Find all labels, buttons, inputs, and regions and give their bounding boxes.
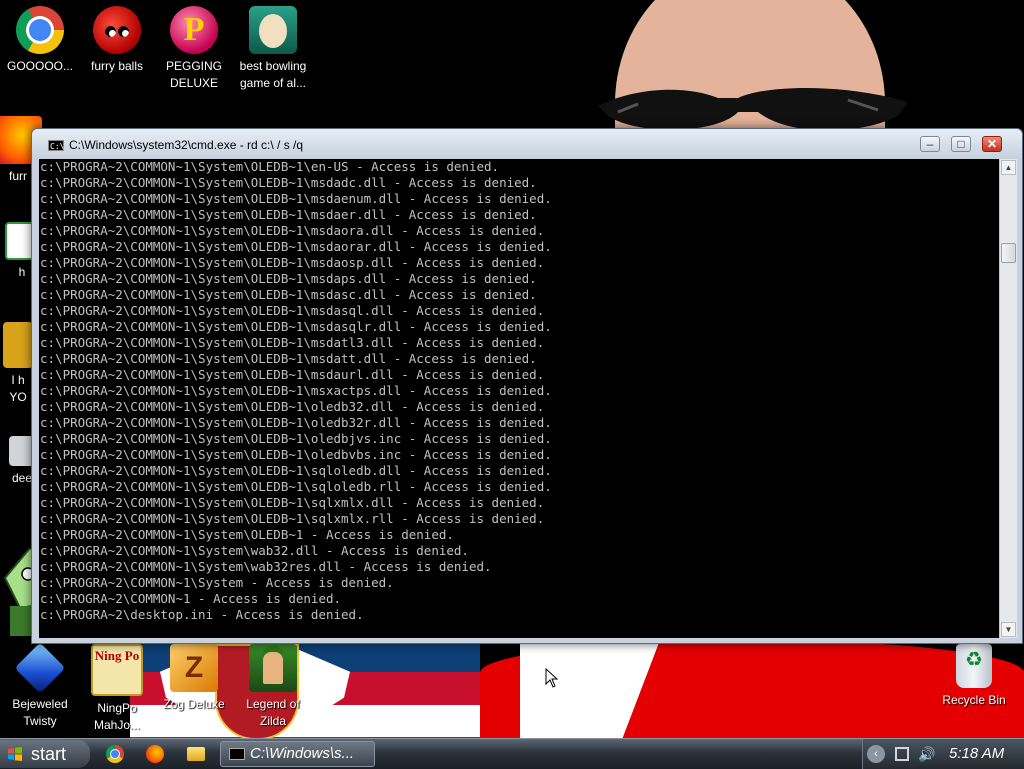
console-line: c:\PROGRA~2\COMMON~1\System\OLEDB~1\oled… [40, 399, 545, 414]
furry-balls-icon [93, 6, 141, 54]
bowling-game-icon [249, 6, 297, 54]
gem-icon [14, 642, 66, 694]
firefox-icon[interactable] [146, 745, 164, 763]
console-line: c:\PROGRA~2\COMMON~1\System\OLEDB~1\msda… [40, 239, 552, 254]
start-button[interactable]: start [0, 740, 90, 768]
start-label: start [31, 744, 67, 764]
console-line: c:\PROGRA~2\COMMON~1\System\OLEDB~1\sqlo… [40, 479, 552, 494]
scroll-down-button[interactable]: ▼ [1001, 622, 1016, 637]
scroll-thumb[interactable] [1001, 243, 1016, 263]
console-line: c:\PROGRA~2\COMMON~1\System\OLEDB~1\en-U… [40, 159, 500, 174]
console-line: c:\PROGRA~2\COMMON~1 - Access is denied. [40, 591, 342, 606]
desktop-icon-pegging-deluxe[interactable]: P PEGGING DELUXE [154, 6, 234, 92]
desktop-icon-label: Recycle Bin [942, 693, 1006, 707]
scroll-up-button[interactable]: ▲ [1001, 160, 1016, 175]
console-line: c:\PROGRA~2\COMMON~1\System\OLEDB~1\msda… [40, 351, 537, 366]
desktop-icon-legend-of-zilda[interactable]: Legend of Zilda [233, 644, 313, 730]
console-line: c:\PROGRA~2\COMMON~1\System\OLEDB~1\msda… [40, 191, 552, 206]
console-line: c:\PROGRA~2\COMMON~1\System\OLEDB~1\msda… [40, 207, 537, 222]
app-icon [3, 322, 33, 368]
desktop-icon-label: furry balls [90, 59, 143, 73]
window-title: C:\Windows\system32\cmd.exe - rd c:\ / s… [69, 138, 304, 152]
windows-logo-icon [8, 747, 22, 761]
folder-icon[interactable] [187, 747, 205, 761]
maximize-button[interactable]: □ [951, 136, 971, 152]
desktop-icon-ningpo-mahjong[interactable]: Ning Po NingPo MahJo... [77, 644, 157, 734]
desktop-icon-label: NingPo MahJo... [93, 701, 141, 732]
mouse-cursor-icon [545, 668, 559, 688]
console-line: c:\PROGRA~2\COMMON~1\System\wab32res.dll… [40, 559, 492, 574]
desktop-icon-bowling[interactable]: best bowling game of al... [233, 6, 313, 92]
taskbar-button-cmd[interactable]: C:\Windows\s... [220, 741, 375, 767]
taskbar: start C:\Windows\s... ‹ 🔊 5:18 AM [0, 738, 1024, 769]
chrome-icon[interactable] [106, 745, 124, 763]
desktop-icon-bejeweled[interactable]: Bejeweled Twisty [0, 642, 80, 730]
cmd-icon[interactable]: C:\ [48, 140, 64, 151]
console-line: c:\PROGRA~2\COMMON~1\System\OLEDB~1\msda… [40, 303, 545, 318]
desktop-icon-label: Zog Deluxe [163, 697, 225, 711]
desktop-icon-recycle-bin[interactable]: Recycle Bin [934, 644, 1014, 709]
desktop-icon-chrome[interactable]: GOOOOO... [0, 6, 80, 75]
zog-icon: Z [170, 644, 218, 692]
pegging-deluxe-icon: P [170, 6, 218, 54]
minimize-button[interactable]: – [920, 136, 940, 152]
network-icon[interactable] [895, 747, 909, 761]
desktop-icon-label: PEGGING DELUXE [165, 59, 222, 90]
console-line: c:\PROGRA~2\COMMON~1\System\wab32.dll - … [40, 543, 469, 558]
desktop-icon-label: Legend of Zilda [246, 697, 300, 728]
wallpaper-sunglasses [598, 87, 908, 131]
desktop-icon-furry-balls[interactable]: furry balls [77, 6, 157, 75]
console-line: c:\PROGRA~2\COMMON~1\System - Access is … [40, 575, 394, 590]
console-line: c:\PROGRA~2\COMMON~1\System\OLEDB~1\msda… [40, 319, 552, 334]
taskbar-button-label: C:\Windows\s... [250, 745, 355, 762]
volume-icon[interactable]: 🔊 [918, 746, 935, 762]
zelda-icon [249, 644, 297, 692]
console-line: c:\PROGRA~2\COMMON~1\System\OLEDB~1\msda… [40, 335, 545, 350]
console-line: c:\PROGRA~2\COMMON~1\System\OLEDB~1\msxa… [40, 383, 552, 398]
chrome-icon [16, 6, 64, 54]
console-line: c:\PROGRA~2\COMMON~1\System\OLEDB~1\sqlx… [40, 511, 545, 526]
console-line: c:\PROGRA~2\COMMON~1\System\OLEDB~1\msda… [40, 175, 537, 190]
desktop-icon-label: GOOOOO... [6, 59, 73, 73]
desktop-icon-zog-deluxe[interactable]: Z Zog Deluxe [154, 644, 234, 713]
console-line: c:\PROGRA~2\COMMON~1\System\OLEDB~1\oled… [40, 431, 552, 446]
window-titlebar[interactable]: C:\ C:\Windows\system32\cmd.exe - rd c:\… [32, 129, 1022, 159]
close-button[interactable]: ✕ [982, 136, 1002, 152]
recycle-bin-icon [956, 644, 992, 688]
cmd-icon [229, 748, 245, 760]
cmd-window[interactable]: C:\ C:\Windows\system32\cmd.exe - rd c:\… [31, 128, 1023, 644]
show-hidden-icons-chevron-icon[interactable]: ‹ [867, 745, 885, 763]
console-line: c:\PROGRA~2\COMMON~1\System\OLEDB~1\msda… [40, 367, 545, 382]
console-line: c:\PROGRA~2\COMMON~1\System\OLEDB~1 - Ac… [40, 527, 454, 542]
console-output[interactable]: c:\PROGRA~2\COMMON~1\System\OLEDB~1\en-U… [39, 159, 999, 638]
system-tray: ‹ 🔊 5:18 AM [862, 739, 1024, 769]
console-line: c:\PROGRA~2\COMMON~1\System\OLEDB~1\msda… [40, 223, 545, 238]
console-line: c:\PROGRA~2\desktop.ini - Access is deni… [40, 607, 364, 622]
console-line: c:\PROGRA~2\COMMON~1\System\OLEDB~1\oled… [40, 415, 552, 430]
console-line: c:\PROGRA~2\COMMON~1\System\OLEDB~1\msda… [40, 271, 537, 286]
console-line: c:\PROGRA~2\COMMON~1\System\OLEDB~1\oled… [40, 447, 552, 462]
mahjong-icon: Ning Po [91, 644, 143, 696]
vertical-scrollbar[interactable]: ▲ ▼ [999, 159, 1017, 638]
console-line: c:\PROGRA~2\COMMON~1\System\OLEDB~1\sqlx… [40, 495, 545, 510]
console-line: c:\PROGRA~2\COMMON~1\System\OLEDB~1\msda… [40, 255, 545, 270]
desktop-icon-label: Bejeweled Twisty [12, 697, 68, 728]
clock[interactable]: 5:18 AM [949, 739, 1004, 769]
console-line: c:\PROGRA~2\COMMON~1\System\OLEDB~1\msda… [40, 287, 537, 302]
console-line: c:\PROGRA~2\COMMON~1\System\OLEDB~1\sqlo… [40, 463, 552, 478]
desktop-icon-label: best bowling game of al... [239, 59, 307, 90]
